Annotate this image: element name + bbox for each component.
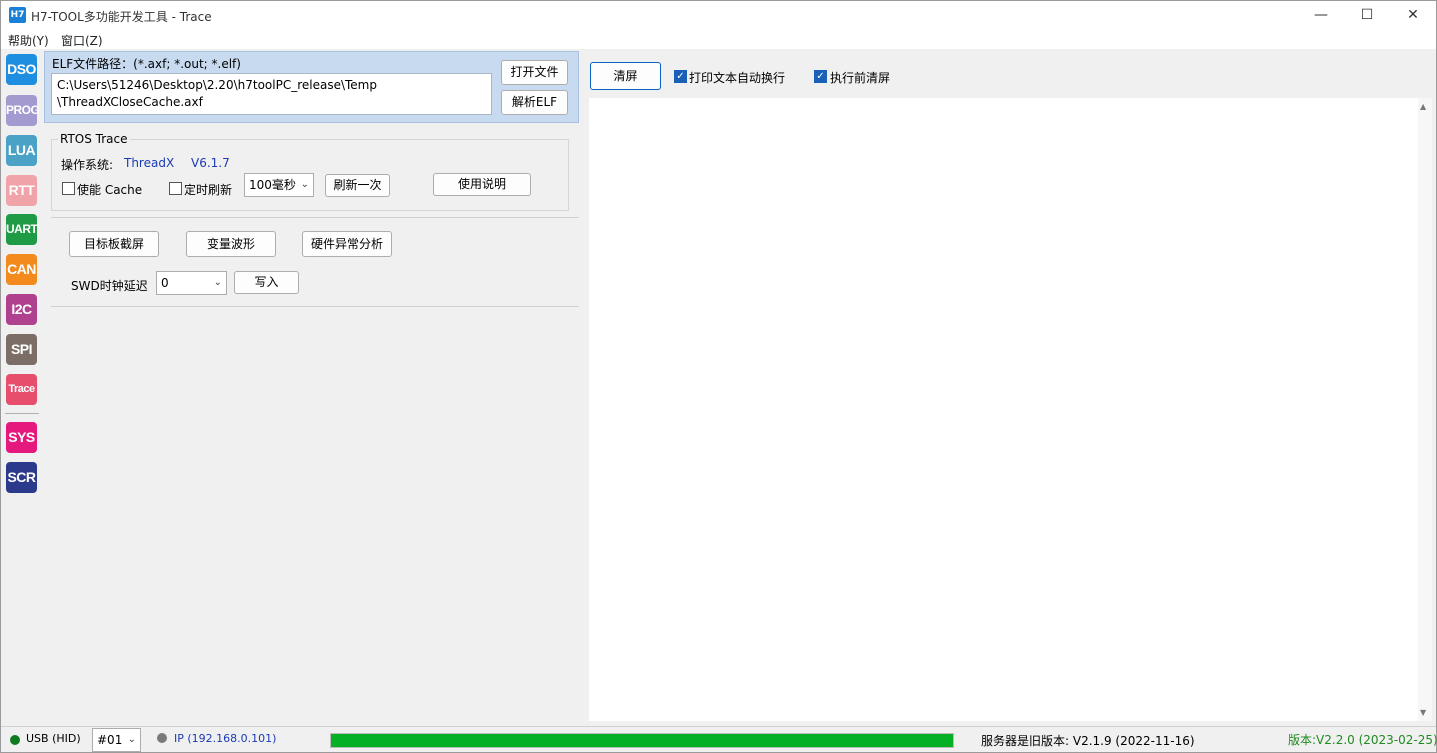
output-scrollbar[interactable]: ▲ ▼ — [1418, 98, 1432, 721]
local-version-label: 版本:V2.2.0 (2023-02-25) — [1288, 733, 1437, 747]
elf-path-label: ELF文件路径：(*.axf; *.out; *.elf) — [52, 57, 241, 71]
sidebar-item-prog[interactable]: PROG — [6, 95, 40, 126]
usb-status-icon — [10, 735, 20, 745]
title-bar: H7 H7-TOOL多功能开发工具 - Trace — ☐ ✕ — [1, 1, 1436, 29]
menu-bar: 帮助(Y) 窗口(Z) — [1, 29, 1436, 49]
sidebar-item-spi[interactable]: SPI — [6, 334, 37, 365]
clear-before-label: 执行前清屏 — [830, 71, 891, 85]
progress-bar — [330, 733, 954, 748]
variable-waveform-button[interactable]: 变量波形 — [186, 231, 276, 257]
refresh-interval-value: 100毫秒 — [249, 178, 296, 192]
sidebar-item-scr[interactable]: SCR — [6, 462, 37, 493]
timer-refresh-label: 定时刷新 — [184, 183, 233, 197]
refresh-once-button[interactable]: 刷新一次 — [325, 174, 390, 197]
swd-delay-select[interactable]: 0 ⌄ — [156, 271, 227, 295]
usb-status-label: USB (HID) — [26, 732, 81, 745]
swd-delay-label: SWD时钟延迟 — [71, 279, 148, 293]
os-name: ThreadX — [124, 156, 175, 170]
parse-elf-button[interactable]: 解析ELF — [501, 90, 568, 115]
scroll-down-icon[interactable]: ▼ — [1420, 708, 1426, 717]
progress-fill — [331, 734, 953, 747]
chevron-down-icon: ⌄ — [213, 277, 222, 288]
app-logo-icon: H7 — [9, 7, 26, 23]
elf-path-field[interactable]: C:\Users\51246\Desktop\2.20\h7toolPC_rel… — [51, 73, 492, 115]
autowrap-checkbox[interactable]: ✓ — [674, 70, 687, 83]
os-version: V6.1.7 — [191, 156, 230, 170]
chevron-down-icon: ⌄ — [127, 734, 136, 745]
device-select[interactable]: #01 ⌄ — [92, 728, 141, 752]
usage-help-button[interactable]: 使用说明 — [433, 173, 531, 196]
close-button[interactable]: ✕ — [1390, 1, 1436, 29]
cache-checkbox[interactable] — [62, 182, 75, 195]
maximize-button[interactable]: ☐ — [1344, 1, 1390, 29]
server-version-label: 服务器是旧版本: V2.1.9 (2022-11-16) — [981, 734, 1195, 748]
app-window: H7 H7-TOOL多功能开发工具 - Trace — ☐ ✕ 帮助(Y) 窗口… — [0, 0, 1437, 753]
sidebar-item-rtt[interactable]: RTT — [6, 175, 37, 206]
sidebar-item-lua[interactable]: LUA — [6, 135, 37, 166]
status-bar: USB (HID) #01 ⌄ IP (192.168.0.101) 服务器是旧… — [1, 726, 1437, 752]
clear-screen-button[interactable]: 清屏 — [590, 62, 661, 90]
open-file-button[interactable]: 打开文件 — [501, 60, 568, 85]
menu-help[interactable]: 帮助(Y) — [8, 32, 49, 49]
hardfault-analysis-button[interactable]: 硬件异常分析 — [302, 231, 392, 257]
elf-panel: ELF文件路径：(*.axf; *.out; *.elf) C:\Users\5… — [44, 51, 579, 123]
timer-refresh-checkbox[interactable] — [169, 182, 182, 195]
scroll-up-icon[interactable]: ▲ — [1420, 102, 1426, 111]
sidebar-item-trace[interactable]: Trace — [6, 374, 37, 405]
swd-delay-value: 0 — [161, 276, 169, 290]
sidebar-item-can[interactable]: CAN — [6, 254, 37, 285]
sidebar-item-sys[interactable]: SYS — [6, 422, 37, 453]
refresh-interval-select[interactable]: 100毫秒 ⌄ — [244, 173, 314, 197]
sidebar-item-dso[interactable]: DSO — [6, 54, 37, 85]
device-value: #01 — [97, 733, 123, 747]
minimize-button[interactable]: — — [1298, 1, 1344, 29]
write-button[interactable]: 写入 — [234, 271, 299, 294]
ip-status-label: IP (192.168.0.101) — [174, 732, 277, 745]
divider — [51, 306, 579, 307]
rtos-group-title: RTOS Trace — [58, 132, 130, 146]
autowrap-label: 打印文本自动换行 — [689, 71, 786, 85]
output-textarea[interactable] — [589, 98, 1418, 721]
window-title: H7-TOOL多功能开发工具 - Trace — [31, 10, 212, 24]
cache-label: 使能 Cache — [77, 183, 143, 197]
menu-window[interactable]: 窗口(Z) — [61, 32, 103, 49]
os-label: 操作系统: — [61, 158, 114, 172]
ip-status-icon — [157, 733, 167, 743]
module-sidebar: DSO PROG LUA RTT UART CAN I2C SPI Trace SYS SCR — [1, 49, 43, 725]
sidebar-item-uart[interactable]: UART — [6, 214, 38, 245]
clear-before-checkbox[interactable]: ✓ — [814, 70, 827, 83]
sidebar-item-i2c[interactable]: I2C — [6, 294, 37, 325]
sidebar-divider — [5, 413, 39, 414]
divider — [51, 217, 579, 218]
target-screenshot-button[interactable]: 目标板截屏 — [69, 231, 159, 257]
chevron-down-icon: ⌄ — [300, 179, 309, 190]
